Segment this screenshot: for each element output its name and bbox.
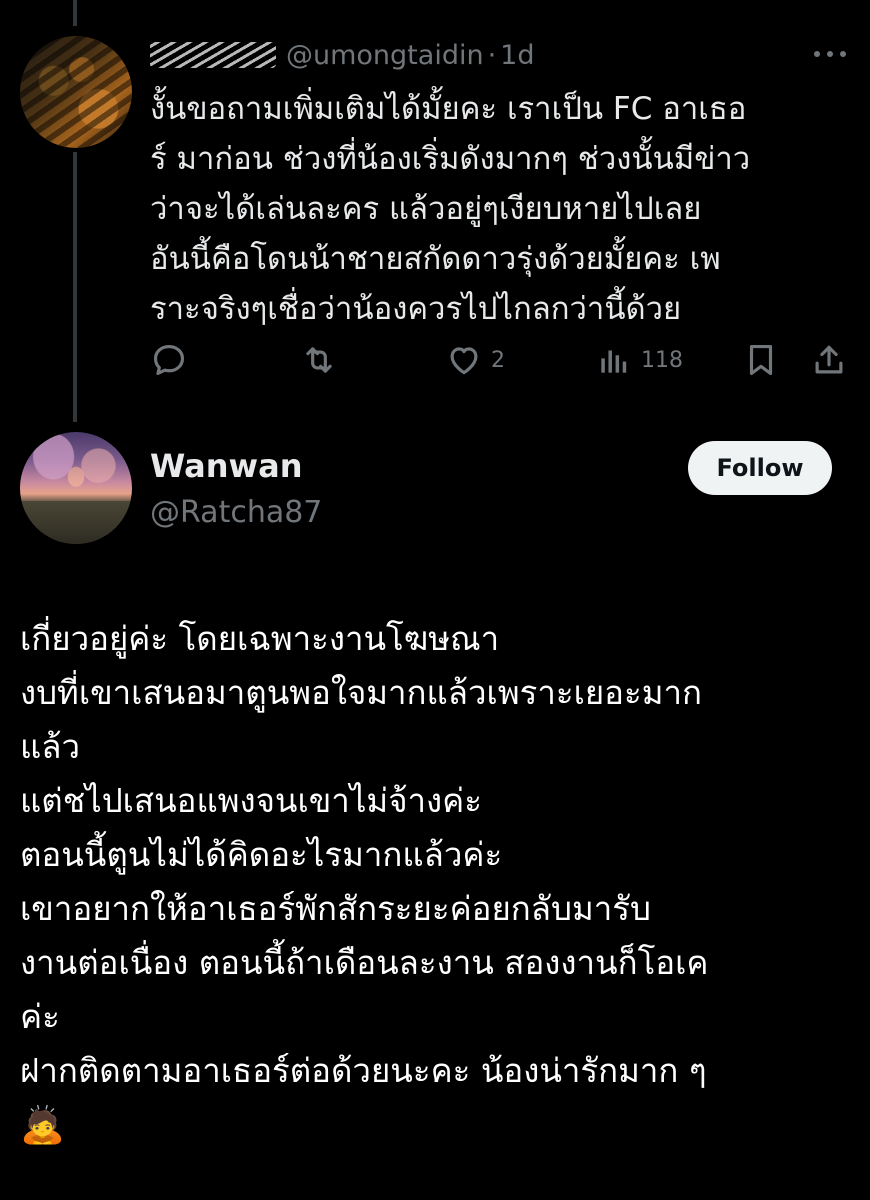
post-line: แต่ชไปเสนอแพงจนเขาไม่จ้างค่ะ (20, 781, 482, 820)
reply-avatar[interactable] (20, 36, 132, 148)
bookmark-icon (749, 344, 773, 376)
retweet-icon (306, 347, 332, 373)
reply-text: งั้นขอถามเพิ่มเติมได้มั้ยคะ เราเป็น FC อ… (150, 91, 751, 327)
reply-timestamp[interactable]: 1d (500, 40, 534, 71)
more-options-icon[interactable] (814, 40, 846, 68)
like-count: 2 (491, 347, 505, 373)
header-separator: · (487, 39, 497, 71)
post-text: เกี่ยวอยู่ค่ะ โดยเฉพาะงานโฆษณา งบที่เขาเ… (20, 612, 850, 1154)
redacted-display-name (150, 42, 276, 68)
thread-connector (73, 152, 77, 422)
reply-action-bar: 2 118 (150, 336, 850, 384)
avatar-field (20, 501, 132, 544)
reply-icon (153, 344, 185, 376)
reply-button[interactable] (150, 336, 188, 384)
post-line: ฝากติดตามอาเธอร์ต่อด้วยนะคะ น้องน่ารักมา… (20, 1051, 707, 1090)
post-line: เขาอยากให้อาเธอร์พักสักระยะค่อยกลับมารับ (20, 889, 651, 928)
bowing-person-emoji: 🙇 (20, 1105, 65, 1146)
share-button[interactable] (810, 336, 848, 384)
post-line: ค่ะ (20, 997, 60, 1036)
like-button[interactable]: 2 (445, 336, 505, 384)
post-author-avatar[interactable] (20, 432, 132, 544)
post-line: งานต่อเนื่อง ตอนนี้ถ้าเดือนละงาน สองงานก… (20, 943, 709, 982)
post-line: แล้ว (20, 727, 81, 766)
thread-connector-top (73, 0, 77, 26)
post-line: ตอนนี้ตูนไม่ได้คิดอะไรมากแล้วค่ะ (20, 835, 503, 874)
post-display-name[interactable]: Wanwan (150, 447, 302, 485)
views-count: 118 (641, 347, 683, 373)
post-handle[interactable]: @Ratcha87 (150, 495, 322, 530)
retweet-button[interactable] (300, 336, 338, 384)
views-icon (601, 350, 627, 373)
avatar-redaction-scribble (20, 36, 132, 148)
post-line: งบที่เขาเสนอมาตูนพอใจมากแล้วเพราะเยอะมาก (20, 673, 702, 712)
reply-handle[interactable]: @umongtaidin (286, 40, 484, 71)
reply-header: @umongtaidin · 1d (150, 38, 535, 72)
views-button[interactable]: 118 (595, 336, 683, 384)
bookmark-button[interactable] (742, 336, 780, 384)
share-icon (815, 345, 843, 374)
follow-button[interactable]: Follow (688, 441, 832, 495)
heart-icon (450, 347, 478, 375)
post-line: เกี่ยวอยู่ค่ะ โดยเฉพาะงานโฆษณา (20, 619, 500, 658)
